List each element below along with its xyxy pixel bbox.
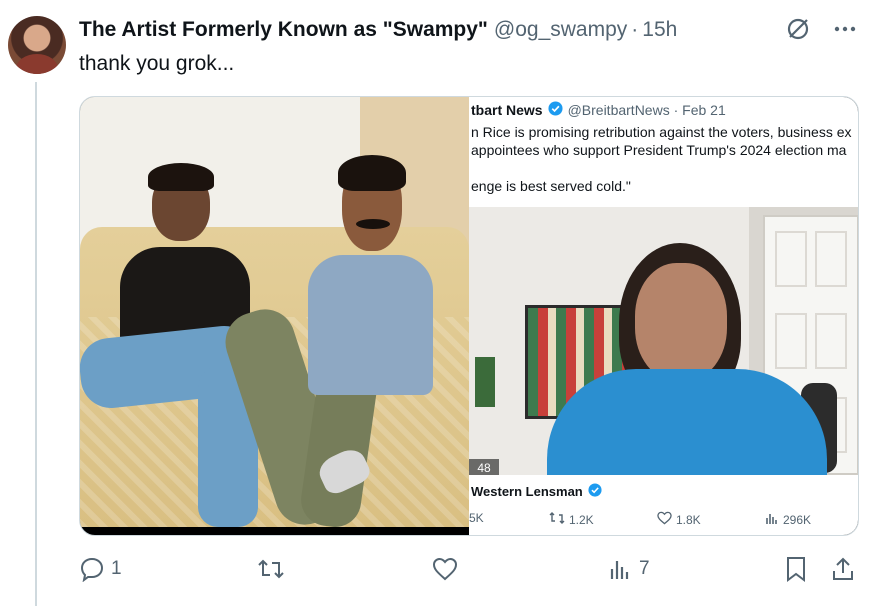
- views-count: 7: [639, 558, 650, 579]
- share-icon: [831, 556, 855, 582]
- views-icon: [765, 511, 779, 528]
- action-bar: 1 7: [79, 552, 859, 586]
- post-header: The Artist Formerly Known as "Swampy" @o…: [79, 18, 677, 46]
- top-icons: [785, 16, 857, 42]
- avatar-robe: [16, 54, 58, 74]
- quoted-replies-count: 5K: [469, 511, 484, 525]
- verified-icon: [588, 483, 602, 500]
- reply-button[interactable]: 1: [79, 552, 122, 586]
- video-person-face: [635, 263, 727, 381]
- quoted-reposts: 1.2K: [549, 511, 594, 528]
- door-panel: [775, 231, 807, 287]
- thread-line: [35, 82, 37, 606]
- repost-icon: [257, 556, 285, 582]
- display-name[interactable]: The Artist Formerly Known as "Swampy": [79, 18, 488, 42]
- quoted-post-screenshot[interactable]: tbart News @BreitbartNews · Feb 21 n Ric…: [469, 97, 858, 535]
- door-panel: [775, 313, 807, 369]
- video-counter: 48: [469, 459, 499, 475]
- media-container[interactable]: tbart News @BreitbartNews · Feb 21 n Ric…: [79, 96, 859, 536]
- like-button[interactable]: [432, 552, 464, 586]
- reply-icon: [79, 556, 105, 582]
- photo-couch[interactable]: [80, 97, 469, 527]
- quoted-handle: @BreitbartNews · Feb 21: [567, 102, 726, 118]
- bookmark-icon: [785, 556, 807, 582]
- reply-count: 1: [111, 558, 122, 579]
- bookmark-button[interactable]: [785, 552, 807, 586]
- video-plant: [475, 357, 495, 407]
- person-right-hair: [338, 155, 406, 191]
- tweet-text: thank you grok...: [79, 52, 235, 75]
- door-panel: [815, 313, 847, 369]
- heart-icon: [657, 511, 672, 528]
- avatar[interactable]: [8, 16, 66, 74]
- video-person-hoodie: [547, 369, 827, 475]
- repost-icon: [549, 511, 565, 528]
- video-credit-name: Western Lensman: [471, 484, 583, 499]
- quoted-reposts-count: 1.2K: [569, 512, 594, 527]
- quoted-stats: 5K 1.2K 1.8K 296K: [469, 511, 858, 529]
- quoted-views: 296K: [765, 511, 811, 528]
- quoted-likes-count: 1.8K: [676, 512, 701, 527]
- quoted-likes: 1.8K: [657, 511, 701, 528]
- person-right-body: [308, 255, 433, 395]
- quoted-line-2: appointees who support President Trump's…: [471, 142, 847, 158]
- quoted-replies: 5K: [469, 511, 484, 525]
- door-panel: [815, 231, 847, 287]
- more-icon[interactable]: [833, 17, 857, 41]
- grok-icon[interactable]: [785, 16, 811, 42]
- person-left-hair: [148, 163, 214, 191]
- repost-button[interactable]: [257, 552, 291, 586]
- like-icon: [432, 557, 458, 581]
- quoted-views-count: 296K: [783, 512, 812, 527]
- quoted-line-3: enge is best served cold.": [471, 178, 631, 194]
- user-handle[interactable]: @og_swampy: [494, 18, 627, 42]
- quoted-header: tbart News @BreitbartNews · Feb 21: [471, 101, 726, 119]
- post-time[interactable]: 15h: [642, 18, 677, 42]
- quoted-source-name: tbart News: [471, 102, 543, 118]
- views-button[interactable]: 7: [609, 552, 650, 586]
- person-right-mustache: [356, 219, 390, 229]
- video-credit: Western Lensman: [471, 483, 602, 500]
- verified-icon: [548, 101, 563, 119]
- quoted-video[interactable]: 48: [469, 207, 858, 475]
- separator-dot: ·: [631, 18, 639, 41]
- quoted-line-1: n Rice is promising retribution against …: [471, 124, 852, 140]
- share-button[interactable]: [831, 552, 855, 586]
- views-icon: [609, 557, 633, 581]
